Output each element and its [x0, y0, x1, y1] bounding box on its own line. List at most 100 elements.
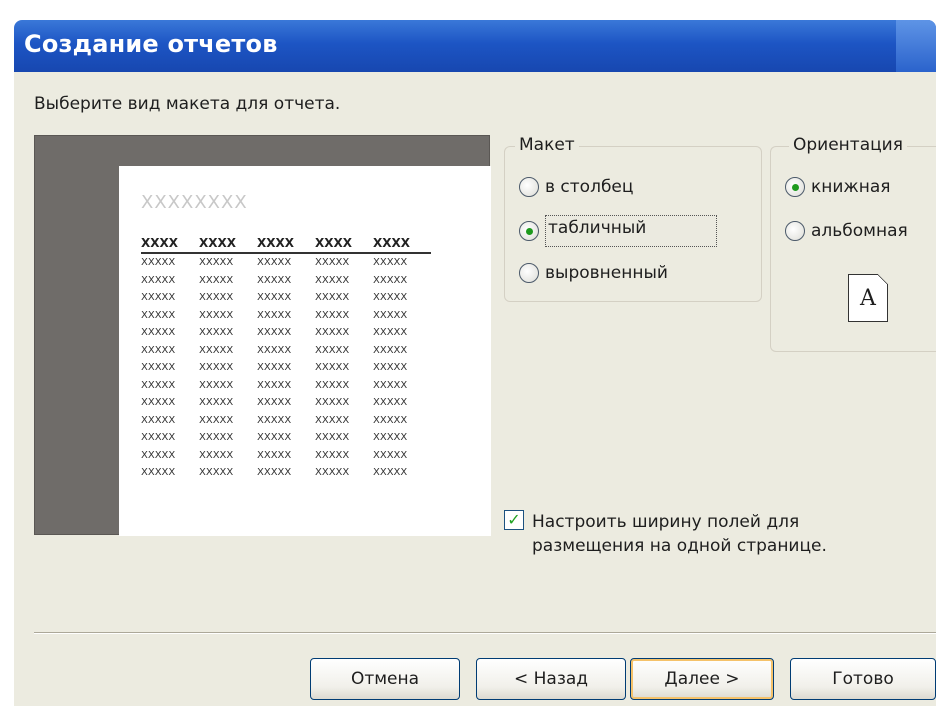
preview-cell: XXXXX — [141, 397, 176, 409]
preview-row: XXXXX XXXXX XXXXX XXXXX XXXXX — [141, 254, 431, 272]
layout-option-justified[interactable]: выровненный — [519, 263, 668, 283]
layout-option-label: табличный — [545, 215, 718, 247]
radio-justified[interactable] — [519, 263, 539, 283]
layout-group: Макет в столбец табличный выровненный — [504, 135, 762, 302]
back-button[interactable]: < Назад — [476, 658, 626, 700]
preview-cell: XXXXX — [315, 344, 350, 356]
preview-row: XXXXX XXXXX XXXXX XXXXX XXXXX — [141, 342, 431, 360]
preview-cell: XXXXX — [257, 344, 292, 356]
preview-row: XXXXX XXXXX XXXXX XXXXX XXXXX — [141, 324, 431, 342]
preview-cell: XXXXX — [141, 414, 176, 426]
preview-header-cell: XXXX — [315, 236, 353, 250]
finish-button[interactable]: Готово — [790, 658, 936, 700]
preview-cell: XXXXX — [373, 344, 408, 356]
radio-tabular[interactable] — [519, 221, 539, 241]
preview-cell: XXXXX — [199, 379, 234, 391]
preview-cell: XXXXX — [315, 327, 350, 339]
window-title: Создание отчетов — [24, 30, 278, 58]
preview-cell: XXXXX — [257, 414, 292, 426]
fit-width-label: Настроить ширину полей для размещения на… — [532, 512, 827, 556]
orientation-group-legend: Ориентация — [789, 135, 907, 155]
orientation-option-label: книжная — [811, 177, 891, 197]
preview-cell: XXXXX — [141, 449, 176, 461]
preview-row: XXXXX XXXXX XXXXX XXXXX XXXXX — [141, 272, 431, 290]
preview-cell: XXXXX — [373, 292, 408, 304]
preview-cell: XXXXX — [199, 309, 234, 321]
preview-cell: XXXXX — [257, 362, 292, 374]
preview-cell: XXXXX — [257, 449, 292, 461]
preview-title-placeholder: XXXXXXXX — [141, 192, 248, 213]
preview-cell: XXXXX — [373, 414, 408, 426]
preview-cell: XXXXX — [141, 327, 176, 339]
preview-cell: XXXXX — [141, 292, 176, 304]
preview-cell: XXXXX — [315, 292, 350, 304]
preview-cell: XXXXX — [199, 274, 234, 286]
radio-column[interactable] — [519, 177, 539, 197]
preview-cell: XXXXX — [141, 309, 176, 321]
radio-landscape[interactable] — [785, 221, 805, 241]
preview-cell: XXXXX — [257, 379, 292, 391]
preview-cell: XXXXX — [199, 257, 234, 269]
layout-group-legend: Макет — [515, 135, 579, 155]
radio-portrait[interactable] — [785, 177, 805, 197]
title-bar: Создание отчетов — [14, 20, 936, 72]
next-button[interactable]: Далее > — [630, 658, 774, 700]
preview-row: XXXXX XXXXX XXXXX XXXXX XXXXX — [141, 307, 431, 325]
layout-option-column[interactable]: в столбец — [519, 177, 633, 197]
preview-cell: XXXXX — [373, 309, 408, 321]
layout-preview: XXXXXXXX XXXX XXXX XXXX XXXX XXXX XXXXX X… — [34, 135, 491, 536]
preview-cell: XXXXX — [315, 257, 350, 269]
preview-cell: XXXXX — [199, 414, 234, 426]
preview-cell: XXXXX — [141, 344, 176, 356]
preview-row: XXXXX XXXXX XXXXX XXXXX XXXXX — [141, 412, 431, 430]
orientation-option-landscape[interactable]: альбомная — [785, 221, 908, 241]
preview-cell: XXXXX — [141, 274, 176, 286]
preview-cell: XXXXX — [199, 344, 234, 356]
orientation-option-portrait[interactable]: книжная — [785, 177, 891, 197]
preview-cell: XXXXX — [373, 432, 408, 444]
preview-cell: XXXXX — [315, 449, 350, 461]
preview-cell: XXXXX — [141, 467, 176, 479]
preview-header-cell: XXXX — [257, 236, 295, 250]
fit-width-option[interactable]: ✓ Настроить ширину полей для размещения … — [504, 510, 892, 558]
preview-row: XXXXX XXXXX XXXXX XXXXX XXXXX — [141, 464, 431, 482]
preview-row: XXXXX XXXXX XXXXX XXXXX XXXXX — [141, 394, 431, 412]
preview-cell: XXXXX — [199, 362, 234, 374]
preview-cell: XXXXX — [315, 379, 350, 391]
preview-cell: XXXXX — [257, 309, 292, 321]
titlebar-corner — [896, 20, 936, 72]
preview-header-cell: XXXX — [373, 236, 411, 250]
portrait-page-icon: A — [848, 274, 888, 322]
preview-row: XXXXX XXXXX XXXXX XXXXX XXXXX — [141, 377, 431, 395]
preview-rows: XXXXX XXXXX XXXXX XXXXX XXXXX XXXXX XXXXX XXXXX… — [141, 254, 431, 482]
preview-cell: XXXXX — [199, 292, 234, 304]
preview-cell: XXXXX — [315, 414, 350, 426]
preview-cell: XXXXX — [315, 432, 350, 444]
button-separator — [34, 632, 936, 634]
preview-cell: XXXXX — [257, 432, 292, 444]
prompt-text: Выберите вид макета для отчета. — [34, 94, 341, 114]
preview-cell: XXXXX — [141, 379, 176, 391]
preview-cell: XXXXX — [257, 257, 292, 269]
fit-width-checkbox[interactable]: ✓ — [504, 510, 524, 530]
cancel-button[interactable]: Отмена — [310, 658, 460, 700]
layout-option-label: в столбец — [545, 177, 634, 197]
layout-option-tabular[interactable]: табличный — [519, 215, 718, 247]
preview-cell: XXXXX — [373, 257, 408, 269]
preview-cell: XXXXX — [315, 309, 350, 321]
preview-cell: XXXXX — [199, 432, 234, 444]
preview-cell: XXXXX — [257, 397, 292, 409]
report-wizard-dialog: Выберите вид макета для отчета. XXXXXXXX… — [14, 72, 936, 706]
preview-row: XXXXX XXXXX XXXXX XXXXX XXXXX — [141, 429, 431, 447]
preview-row: XXXXX XXXXX XXXXX XXXXX XXXXX — [141, 359, 431, 377]
preview-cell: XXXXX — [257, 327, 292, 339]
preview-cell: XXXXX — [373, 467, 408, 479]
preview-cell: XXXXX — [373, 362, 408, 374]
preview-row: XXXXX XXXXX XXXXX XXXXX XXXXX — [141, 447, 431, 465]
preview-cell: XXXXX — [199, 467, 234, 479]
preview-cell: XXXXX — [315, 362, 350, 374]
preview-table: XXXX XXXX XXXX XXXX XXXX XXXXX XXXXX XXXXX… — [141, 236, 431, 482]
preview-cell: XXXXX — [199, 327, 234, 339]
layout-option-label: выровненный — [545, 263, 668, 283]
preview-cell: XXXXX — [141, 362, 176, 374]
